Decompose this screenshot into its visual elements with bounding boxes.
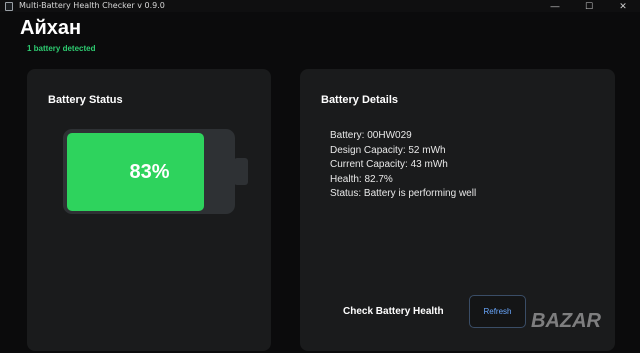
battery-details-list: Battery: 00HW029 Design Capacity: 52 mWh C… [330, 129, 476, 202]
window-title: Multi-Battery Health Checker v 0.9.0 [19, 1, 165, 10]
battery-status-title: Battery Status [48, 94, 123, 106]
check-battery-health-label: Check Battery Health [343, 306, 444, 317]
window-controls: — ☐ ✕ [538, 0, 640, 12]
battery-detail-line: Current Capacity: 43 mWh [330, 159, 448, 170]
battery-terminal [234, 158, 248, 185]
minimize-button[interactable]: — [538, 0, 572, 12]
battery-detail-line: Design Capacity: 52 mWh [330, 144, 446, 156]
maximize-button[interactable]: ☐ [572, 0, 606, 12]
watermark-logo: BAZAR [531, 310, 601, 332]
close-button[interactable]: ✕ [606, 0, 640, 12]
battery-detail-line: Health: 82.7% [330, 173, 393, 185]
battery-percent-label: 83% [129, 160, 170, 183]
app-icon [5, 1, 13, 11]
title-bar: Multi-Battery Health Checker v 0.9.0 — ☐… [0, 0, 640, 12]
battery-detail-line: Status: Battery is performing well [330, 188, 477, 199]
battery-detail-line: Battery: 00HW029 [330, 130, 412, 141]
battery-details-title: Battery Details [321, 94, 399, 106]
battery-count-label: 1 battery detected [27, 44, 96, 53]
user-name-heading: Айхан [20, 17, 82, 39]
refresh-button[interactable]: Refresh [469, 295, 526, 328]
